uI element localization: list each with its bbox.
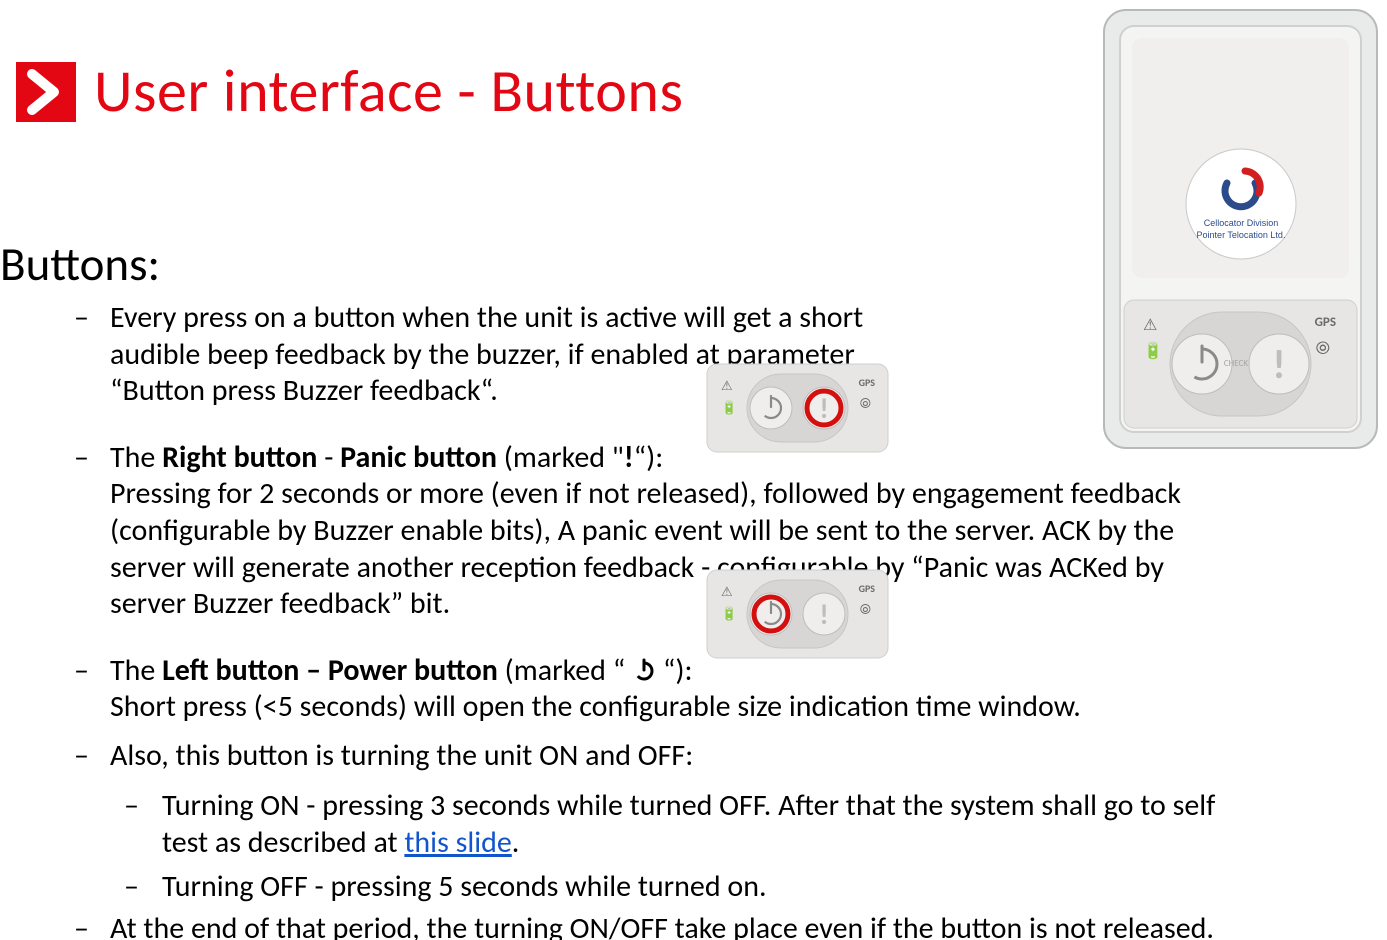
- svg-text:!: !: [819, 391, 828, 426]
- list-item: – At the end of that period, the turning…: [60, 911, 1230, 940]
- svg-text:GPS: GPS: [859, 376, 876, 389]
- svg-text:⚠: ⚠: [721, 585, 733, 600]
- paragraph-text: Pressing for 2 seconds or more (even if …: [110, 475, 1181, 622]
- power-icon: [632, 658, 656, 682]
- svg-text:!: !: [819, 597, 828, 632]
- text: “):: [634, 439, 664, 476]
- text: “):: [656, 652, 692, 689]
- text: Turning ON - pressing 3 seconds while tu…: [162, 787, 1215, 862]
- svg-text:⚠: ⚠: [1143, 316, 1157, 335]
- text: .: [512, 824, 520, 861]
- svg-text:⦾: ⦾: [860, 395, 871, 412]
- text-bold: Panic button: [340, 439, 497, 476]
- list-item: – Turning ON - pressing 3 seconds while …: [110, 787, 1230, 862]
- svg-text:🔋: 🔋: [1143, 341, 1163, 361]
- device-image-power: ⚠ 🔋 GPS ⦾ !: [705, 568, 890, 660]
- logo-text-1: Cellocator Division: [1204, 218, 1279, 228]
- page-title: User interface - Buttons: [94, 55, 683, 128]
- list-item: – Every press on a button when the unit …: [60, 300, 1230, 410]
- list-item: – Turning OFF - pressing 5 seconds while…: [110, 868, 1230, 906]
- list-item: – Also, this button is turning the unit …: [60, 738, 1230, 775]
- device-image-panic: ⚠ 🔋 GPS ⦾ !: [705, 362, 890, 454]
- paragraph-text: At the end of that period, the turning O…: [110, 910, 1214, 940]
- list-item: – The Left button – Power button (marked…: [60, 653, 1230, 726]
- svg-text:⚠: ⚠: [721, 379, 733, 394]
- paragraph-text: Short press (<5 seconds) will open the c…: [110, 688, 1081, 725]
- text: The: [110, 439, 162, 476]
- slide-link[interactable]: this slide: [404, 824, 511, 861]
- text-bold: Left button – Power button: [162, 652, 498, 689]
- section-heading: Buttons:: [0, 235, 160, 293]
- text: (marked “: [498, 652, 632, 689]
- text: The: [110, 652, 162, 689]
- svg-text:🔋: 🔋: [721, 400, 737, 416]
- svg-text:GPS: GPS: [859, 582, 876, 595]
- text: -: [317, 439, 340, 476]
- text-bold: Right button: [162, 439, 317, 476]
- title-bullet-icon: [16, 62, 76, 122]
- svg-text:⦾: ⦾: [1316, 337, 1330, 359]
- paragraph-text: Turning OFF - pressing 5 seconds while t…: [162, 868, 767, 905]
- text-bold: !: [624, 439, 634, 476]
- svg-text:!: !: [1272, 340, 1285, 389]
- text: (marked ": [497, 439, 624, 476]
- svg-text:GPS: GPS: [1315, 315, 1336, 330]
- device-image-large: Cellocator Division Pointer Telocation L…: [1098, 4, 1383, 454]
- svg-text:🔋: 🔋: [721, 606, 737, 622]
- paragraph-text: Also, this button is turning the unit ON…: [110, 737, 693, 774]
- svg-text:⦾: ⦾: [860, 601, 871, 618]
- list-item: – The Right button - Panic button (marke…: [60, 440, 1230, 623]
- logo-text-2: Pointer Telocation Ltd.: [1197, 230, 1286, 240]
